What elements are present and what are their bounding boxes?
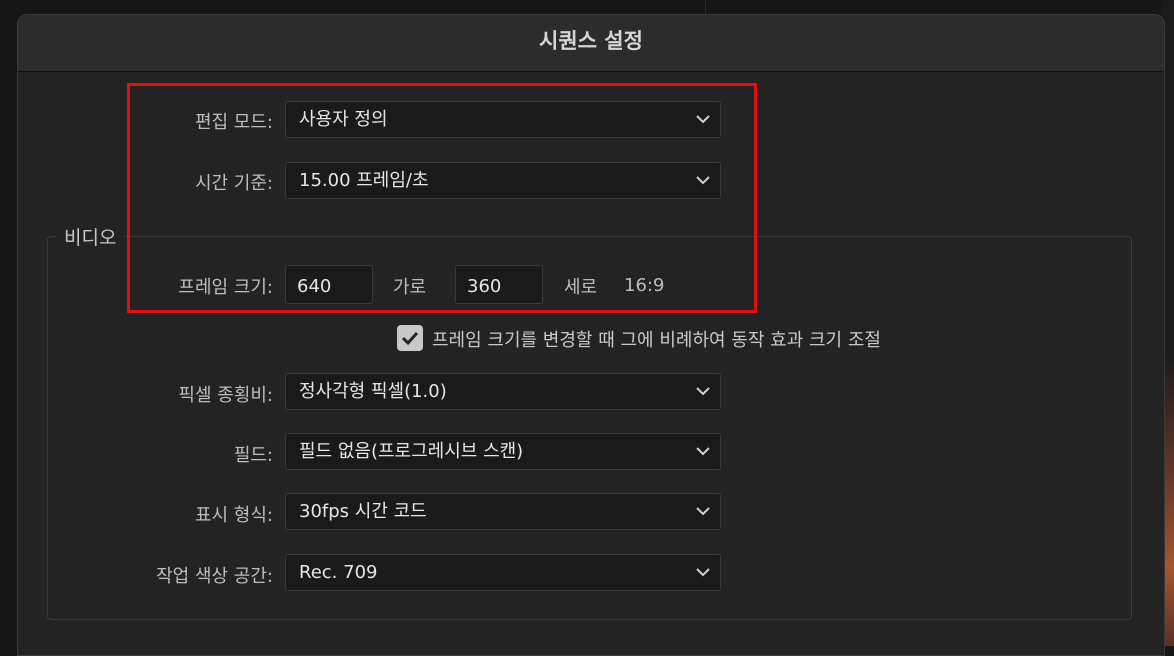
fields-label: 필드: xyxy=(233,445,273,466)
chevron-down-icon xyxy=(696,387,710,396)
fields-select[interactable]: 필드 없음(프로그레시브 스캔) xyxy=(285,433,721,470)
chevron-down-icon xyxy=(696,507,710,516)
checkmark-icon xyxy=(401,331,419,346)
scale-motion-label: 프레임 크기를 변경할 때 그에 비례하여 동작 효과 크기 조절 xyxy=(432,330,881,351)
background-divider xyxy=(705,0,706,14)
display-format-value: 30fps 시간 코드 xyxy=(299,501,427,522)
pixel-aspect-label: 픽셀 종횡비: xyxy=(178,385,273,406)
color-space-value: Rec. 709 xyxy=(299,562,378,583)
chevron-down-icon xyxy=(696,568,710,577)
scale-motion-checkbox[interactable] xyxy=(397,325,423,351)
chevron-down-icon xyxy=(696,447,710,456)
display-format-select[interactable]: 30fps 시간 코드 xyxy=(285,493,721,530)
color-space-label: 작업 색상 공간: xyxy=(156,566,273,587)
annotation-highlight-box xyxy=(127,83,757,313)
fields-value: 필드 없음(프로그레시브 스캔) xyxy=(299,441,524,462)
pixel-aspect-value: 정사각형 픽셀(1.0) xyxy=(299,381,447,402)
dialog-titlebar: 시퀀스 설정 xyxy=(18,15,1164,72)
display-format-label: 표시 형식: xyxy=(194,505,273,526)
color-space-select[interactable]: Rec. 709 xyxy=(285,554,721,591)
pixel-aspect-select[interactable]: 정사각형 픽셀(1.0) xyxy=(285,373,721,410)
dialog-title: 시퀀스 설정 xyxy=(539,29,643,53)
video-group-title: 비디오 xyxy=(56,223,125,250)
